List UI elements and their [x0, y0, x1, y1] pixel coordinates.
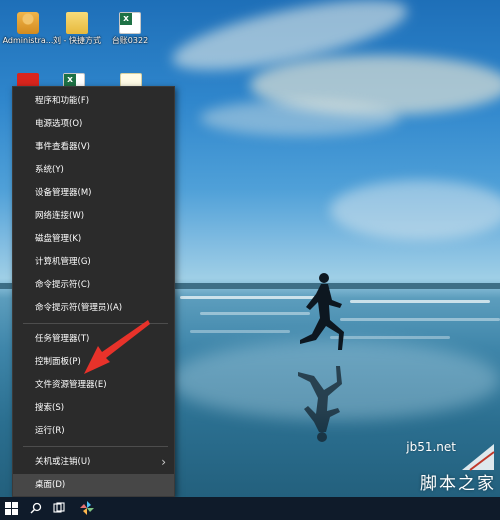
desktop-icon-label: Administra... — [2, 36, 54, 45]
start-button[interactable] — [0, 497, 22, 520]
menu-item-programs-features[interactable]: 程序和功能(F) — [13, 90, 174, 112]
desktop-icon-label: 台账0322 — [111, 36, 149, 45]
desktop-icon-ledger[interactable]: 台账0322 — [102, 12, 158, 46]
menu-item-search[interactable]: 搜索(S) — [13, 397, 174, 419]
pinned-app-button[interactable] — [76, 497, 98, 520]
taskbar — [0, 497, 500, 520]
windows-start-icon — [5, 502, 18, 515]
surf-line — [340, 318, 500, 321]
task-view-icon — [53, 502, 65, 513]
search-button[interactable] — [25, 497, 47, 520]
task-view-button[interactable] — [48, 497, 70, 520]
desktop-icon-label: 刘 - 快捷方式 — [53, 36, 101, 45]
menu-item-command-prompt-admin[interactable]: 命令提示符(管理员)(A) — [13, 297, 174, 319]
menu-item-label: 关机或注销(U) — [35, 457, 91, 467]
watermark-logo-icon — [462, 444, 495, 471]
user-folder-icon — [17, 12, 39, 34]
menu-item-network-connections[interactable]: 网络连接(W) — [13, 205, 174, 227]
surf-line — [350, 300, 490, 303]
watermark: jb51.net 脚本之家 — [346, 440, 496, 494]
menu-item-power-options[interactable]: 电源选项(O) — [13, 113, 174, 135]
watermark-site: jb51.net — [406, 440, 456, 454]
menu-item-event-viewer[interactable]: 事件查看器(V) — [13, 136, 174, 158]
desktop-icon-administrator[interactable]: Administra... — [0, 12, 56, 46]
menu-item-computer-management[interactable]: 计算机管理(G) — [13, 251, 174, 273]
menu-item-disk-management[interactable]: 磁盘管理(K) — [13, 228, 174, 250]
search-icon — [30, 502, 42, 514]
menu-item-desktop[interactable]: 桌面(D) — [13, 474, 174, 496]
pinwheel-icon — [80, 501, 94, 515]
cloud — [200, 100, 400, 136]
excel-file-icon — [119, 12, 141, 34]
menu-item-device-manager[interactable]: 设备管理器(M) — [13, 182, 174, 204]
desktop-icon-shortcut[interactable]: 刘 - 快捷方式 — [49, 12, 105, 46]
surf-line — [190, 330, 290, 333]
menu-item-command-prompt[interactable]: 命令提示符(C) — [13, 274, 174, 296]
chevron-right-icon: › — [161, 455, 166, 469]
menu-separator — [23, 446, 168, 447]
folder-shortcut-icon — [66, 12, 88, 34]
menu-item-shutdown-signout[interactable]: 关机或注销(U) › — [13, 451, 174, 473]
watermark-name: 脚本之家 — [420, 474, 496, 494]
runner-reflection — [298, 366, 342, 442]
menu-item-system[interactable]: 系统(Y) — [13, 159, 174, 181]
winx-context-menu: 程序和功能(F) 电源选项(O) 事件查看器(V) 系统(Y) 设备管理器(M)… — [12, 86, 175, 497]
cloud — [330, 180, 500, 240]
menu-item-run[interactable]: 运行(R) — [13, 420, 174, 442]
runner-silhouette — [300, 273, 344, 350]
pointer-arrow-annotation — [84, 320, 150, 374]
